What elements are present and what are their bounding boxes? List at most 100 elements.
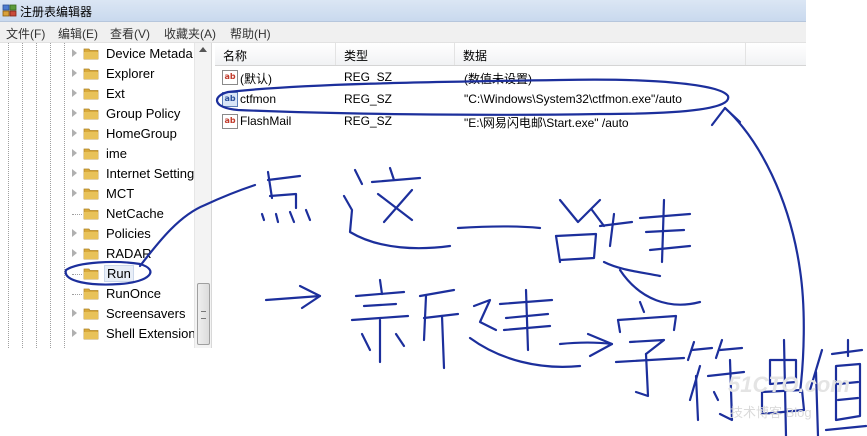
tree-item-label: Group Policy — [106, 106, 181, 121]
column-name[interactable]: 名称 — [215, 43, 336, 65]
column-name-label: 名称 — [223, 49, 248, 63]
expand-arrow-icon[interactable] — [72, 329, 77, 337]
folder-icon — [83, 208, 99, 220]
value-row[interactable]: ab (默认) REG_SZ (数值未设置) — [215, 67, 806, 87]
tree-guide-line — [64, 43, 65, 348]
tree-item-label: Explorer — [106, 66, 155, 81]
tree-guide-line — [8, 43, 9, 348]
tree-guide-line — [22, 43, 23, 348]
folder-icon — [83, 188, 99, 200]
title-bar[interactable]: 注册表编辑器 — [0, 0, 806, 22]
expand-arrow-icon[interactable] — [72, 169, 77, 177]
folder-icon — [83, 48, 99, 60]
tree-connector — [72, 214, 82, 215]
tree-item[interactable]: Explorer — [70, 64, 200, 84]
column-data[interactable]: 数据 — [455, 43, 746, 65]
menu-favorites[interactable]: 收藏夹(A) — [162, 25, 218, 42]
folder-icon — [83, 248, 99, 260]
tree-connector — [72, 274, 82, 275]
expand-arrow-icon[interactable] — [72, 309, 77, 317]
value-data: (数值未设置) — [464, 72, 532, 86]
tree-item[interactable]: Device Metada — [70, 44, 200, 64]
tree-item-label: Screensavers — [106, 306, 186, 321]
expand-arrow-icon[interactable] — [72, 89, 77, 97]
folder-icon — [83, 328, 99, 340]
tree-guide-line — [50, 43, 51, 348]
tree-item[interactable]: ime — [70, 144, 200, 164]
registry-key-tree[interactable]: Device Metada Explorer Ext Group Policy Home… — [0, 43, 212, 348]
string-value-icon: ab — [222, 70, 238, 85]
watermark-subtitle: 技术博客 Blog — [730, 405, 812, 420]
tree-item[interactable]: RunOnce — [70, 284, 200, 304]
tree-item-label: Shell Extension — [106, 326, 196, 341]
value-data: "E:\网易闪电邮\Start.exe" /auto — [464, 116, 629, 130]
expand-arrow-icon[interactable] — [72, 109, 77, 117]
expand-arrow-icon[interactable] — [72, 249, 77, 257]
folder-icon — [83, 148, 99, 160]
scrollbar-thumb[interactable] — [197, 283, 210, 345]
expand-arrow-icon[interactable] — [72, 189, 77, 197]
tree-item[interactable]: MCT — [70, 184, 200, 204]
list-column-header: 名称 类型 数据 — [215, 43, 806, 66]
tree-item-label: MCT — [106, 186, 135, 201]
tree-item[interactable]: HomeGroup — [70, 124, 200, 144]
value-name: FlashMail — [240, 114, 292, 128]
window-title: 注册表编辑器 — [20, 5, 93, 19]
value-row[interactable]: ab FlashMail REG_SZ "E:\网易闪电邮\Start.exe" /a… — [215, 111, 806, 131]
value-name: (默认) — [240, 72, 272, 86]
registry-editor-icon — [2, 4, 17, 17]
expand-arrow-icon[interactable] — [72, 149, 77, 157]
tree-item-label: HomeGroup — [106, 126, 177, 141]
tree-item-label: Internet Setting — [106, 166, 195, 181]
folder-icon — [83, 68, 99, 80]
tree-item-label: Run — [104, 265, 134, 282]
tree-item[interactable]: Internet Setting — [70, 164, 200, 184]
column-type-label: 类型 — [344, 49, 369, 63]
menu-help[interactable]: 帮助(H) — [228, 25, 273, 42]
tree-item[interactable]: Shell Extension — [70, 324, 200, 344]
string-value-icon: ab — [222, 92, 238, 107]
tree-item[interactable]: Group Policy — [70, 104, 200, 124]
folder-icon — [83, 308, 99, 320]
menu-bar: 文件(F) 编辑(E) 查看(V) 收藏夹(A) 帮助(H) — [0, 22, 806, 43]
column-type[interactable]: 类型 — [336, 43, 455, 65]
folder-icon — [83, 168, 99, 180]
registry-editor-window: 注册表编辑器 文件(F) 编辑(E) 查看(V) 收藏夹(A) 帮助(H) De… — [0, 0, 806, 348]
tree-item[interactable]: RADAR — [70, 244, 200, 264]
tree-item[interactable]: Screensavers — [70, 304, 200, 324]
expand-arrow-icon[interactable] — [72, 69, 77, 77]
tree-item-label: RADAR — [106, 246, 152, 261]
expand-arrow-icon[interactable] — [72, 129, 77, 137]
site-watermark: 51CTO.com 技术博客 Blog — [728, 372, 863, 424]
tree-item-label: NetCache — [106, 206, 164, 221]
column-data-label: 数据 — [463, 49, 488, 63]
tree-item[interactable]: Run — [70, 264, 200, 284]
folder-icon — [83, 228, 99, 240]
tree-item-label: ime — [106, 146, 127, 161]
registry-values-list[interactable]: 名称 类型 数据 ab (默认) REG_SZ (数值未设置) ab ctfmon REG_… — [215, 43, 806, 348]
tree-item[interactable]: NetCache — [70, 204, 200, 224]
tree-item[interactable]: Ext — [70, 84, 200, 104]
value-name: ctfmon — [240, 92, 277, 106]
tree-item-label: Device Metada — [106, 46, 193, 61]
menu-edit[interactable]: 编辑(E) — [56, 25, 100, 42]
expand-arrow-icon[interactable] — [72, 49, 77, 57]
menu-file[interactable]: 文件(F) — [4, 25, 47, 42]
string-value-icon: ab — [222, 114, 238, 129]
menu-view[interactable]: 查看(V) — [108, 25, 152, 42]
tree-item[interactable]: Policies — [70, 224, 200, 244]
folder-icon — [83, 268, 99, 280]
tree-connector — [72, 294, 82, 295]
tree-item-label: Ext — [106, 86, 125, 101]
folder-icon — [83, 108, 99, 120]
value-type: REG_SZ — [344, 92, 393, 106]
folder-icon — [83, 128, 99, 140]
value-type: REG_SZ — [344, 70, 393, 84]
watermark-site: 51CTO.com — [728, 372, 850, 397]
value-row[interactable]: ab ctfmon REG_SZ "C:\Windows\System32\ctfmo… — [215, 89, 806, 109]
tree-item-label: RunOnce — [106, 286, 161, 301]
value-data: "C:\Windows\System32\ctfmon.exe"/auto — [464, 92, 682, 106]
tree-scrollbar[interactable] — [194, 43, 211, 348]
scroll-up-arrow-icon[interactable] — [199, 47, 207, 52]
expand-arrow-icon[interactable] — [72, 229, 77, 237]
